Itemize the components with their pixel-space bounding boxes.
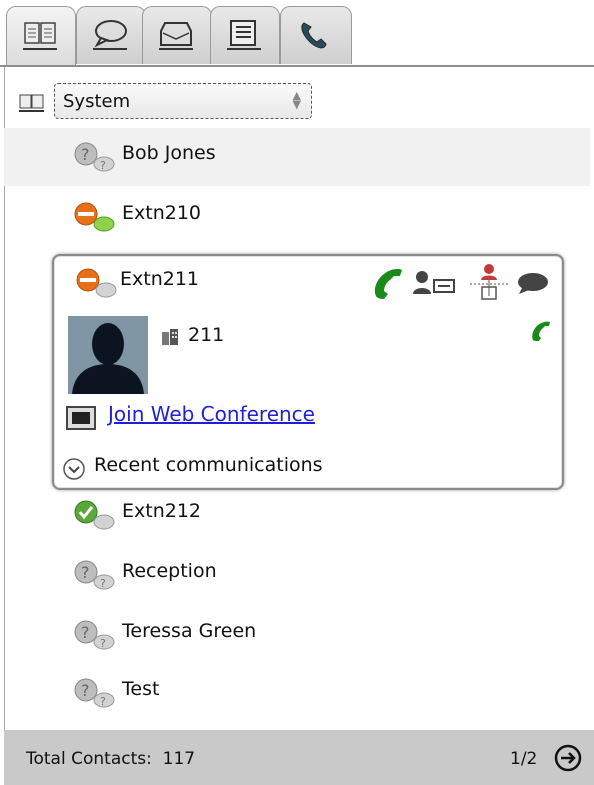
select-arrows-icon: ▲ ▼ [292,89,301,111]
directory-book-icon [19,94,44,112]
svg-text:?: ? [100,577,106,590]
contact-name: Extn210 [122,202,202,224]
person-silhouette-icon [68,316,148,394]
directory-book-icon [23,22,57,50]
contact-row[interactable]: ? ? Bob Jones [4,128,590,186]
contact-row[interactable]: Extn212 [4,486,590,544]
unknown-status-icon: ? ? [74,620,115,650]
avatar [68,316,148,394]
contact-name: Test [122,678,160,700]
transfer-conference-icon[interactable] [468,262,510,302]
contact-name: Extn211 [120,268,200,290]
directory-select-value: System [63,91,131,112]
contact-row[interactable]: ? ? Reception [4,546,590,604]
contact-name: Extn212 [122,500,202,522]
contact-row[interactable]: Extn210 [4,188,590,246]
svg-text:?: ? [100,637,106,650]
tab-bar [0,0,594,67]
contact-name: Teressa Green [122,620,257,642]
chat-bubble-icon [93,20,127,50]
voicemail-tray-icon [159,22,193,50]
svg-text:?: ? [81,681,90,700]
phone-handset-icon [301,22,327,49]
contact-row[interactable]: ? ? Test [4,664,590,722]
join-web-conference-link[interactable]: Join Web Conference [108,402,315,426]
tab-voicemail[interactable] [142,6,212,64]
contact-row[interactable]: ? ? Teressa Green [4,606,590,664]
chat-bubble-icon[interactable] [516,272,550,296]
busy-status-icon [76,268,117,298]
tab-chat[interactable] [76,6,146,64]
contact-card-icon[interactable] [412,268,458,298]
page-indicator: 1/2 [510,749,538,769]
tab-phone[interactable] [280,6,352,64]
svg-text:?: ? [100,695,106,708]
unknown-status-icon: ? ? [74,678,115,708]
contact-card-expanded[interactable]: Extn211 211 Join Web Conference Recent c… [52,254,564,490]
svg-text:?: ? [81,145,90,164]
svg-text:?: ? [100,159,106,172]
svg-text:?: ? [81,563,90,582]
tab-directory[interactable] [6,6,76,66]
available-status-icon [74,500,115,530]
busy-status-icon [74,202,115,232]
directory-select[interactable]: System ▲ ▼ [54,83,312,119]
tab-call-list[interactable] [210,6,280,64]
contact-name: Bob Jones [122,142,216,164]
extension-number: 211 [188,324,225,346]
chevron-down-circle-icon[interactable] [62,457,86,481]
building-extension-icon [162,329,178,345]
call-list-icon [227,20,261,50]
call-phone-icon[interactable] [370,266,408,300]
unknown-status-icon: ? ? [74,560,115,590]
total-contacts: Total Contacts: 117 [26,749,196,769]
recent-communications-toggle[interactable]: Recent communications [94,454,323,476]
web-conference-icon [66,406,96,430]
call-extension-icon[interactable] [530,320,552,342]
next-page-icon[interactable] [554,744,582,772]
status-footer: Total Contacts: 117 1/2 [4,730,594,785]
unknown-status-icon: ? ? [74,142,115,172]
svg-text:?: ? [81,623,90,642]
contact-name: Reception [122,560,217,582]
